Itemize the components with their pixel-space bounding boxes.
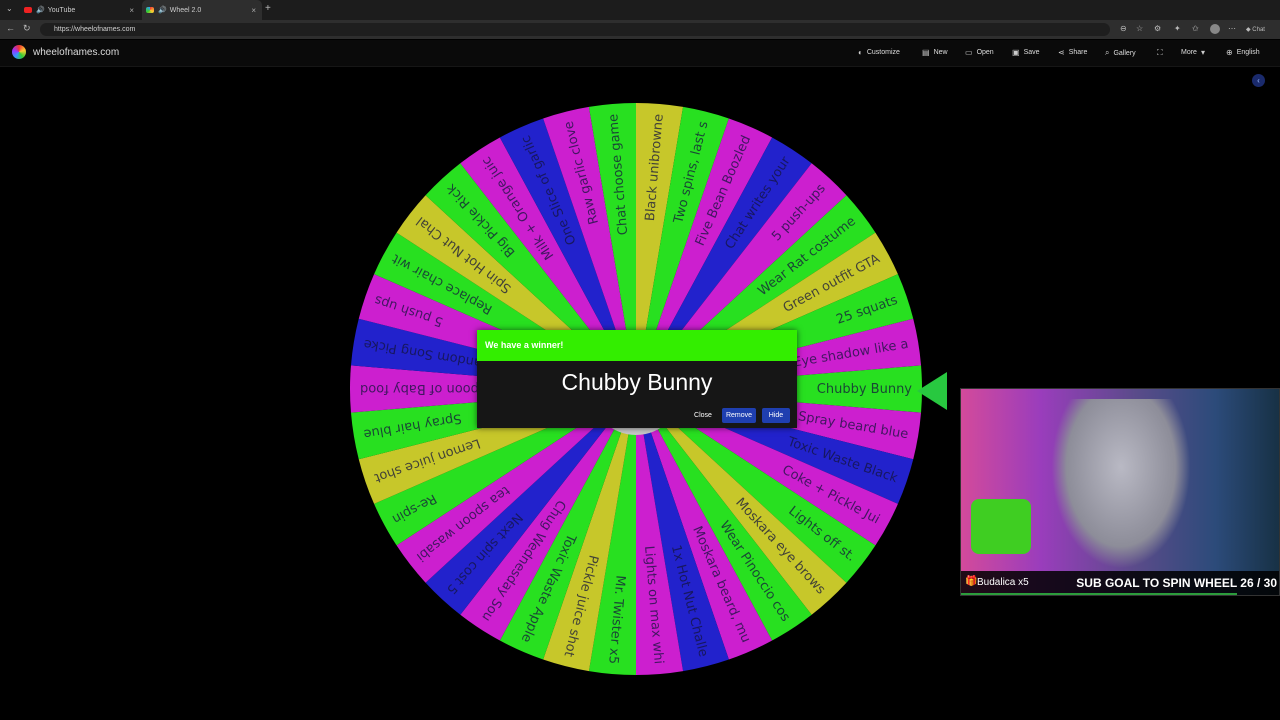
share-icon: ⋖ bbox=[1058, 48, 1065, 57]
wheel-logo-icon[interactable] bbox=[12, 45, 26, 59]
remove-button[interactable]: Remove bbox=[722, 408, 756, 423]
extension-icon[interactable]: ⚙ bbox=[1154, 24, 1161, 33]
webcam-overlay: 🎁 Budalica x5 SUB GOAL TO SPIN WHEEL 26 … bbox=[960, 388, 1280, 596]
folder-icon: ▭ bbox=[965, 48, 973, 57]
winner-name: Chubby Bunny bbox=[561, 369, 713, 395]
menu-more[interactable]: More ▾ bbox=[1181, 48, 1205, 57]
close-tab-icon[interactable]: × bbox=[251, 6, 256, 15]
site-header: wheelofnames.com ◐ Customize ▤ New ▭ Open ▣… bbox=[0, 40, 1280, 67]
menu-label: New bbox=[933, 49, 948, 56]
back-icon[interactable]: ← bbox=[6, 23, 15, 33]
streamer-figure bbox=[1051, 399, 1191, 569]
sub-goal-text: SUB GOAL TO SPIN WHEEL 26 / 30 bbox=[1076, 576, 1277, 590]
save-icon: ▣ bbox=[1012, 48, 1020, 57]
chat-button[interactable]: ◆ Chat bbox=[1246, 26, 1265, 33]
menu-customize[interactable]: ◐ Customize bbox=[858, 48, 900, 57]
menu-gallery[interactable]: ⌕ Gallery bbox=[1105, 48, 1136, 58]
menu-label: Open bbox=[976, 49, 994, 56]
tab-youtube[interactable]: 🔊 YouTube × bbox=[20, 0, 140, 20]
tab-wheel[interactable]: 🔊 Wheel 2.0 × bbox=[142, 0, 262, 20]
collapse-sidebar-button[interactable]: ‹ bbox=[1252, 74, 1265, 87]
winner-dialog: We have a winner! Chubby Bunny Close Rem… bbox=[477, 330, 797, 428]
avatar[interactable] bbox=[1210, 24, 1220, 34]
puzzle-icon[interactable]: ✦ bbox=[1174, 24, 1181, 33]
tab-label: Wheel 2.0 bbox=[169, 6, 202, 14]
reload-icon[interactable]: ↻ bbox=[23, 23, 31, 34]
dialog-header: We have a winner! bbox=[477, 330, 797, 361]
speaker-icon: 🔊 bbox=[36, 7, 45, 14]
chevron-down-icon: ▾ bbox=[1200, 48, 1205, 57]
hide-button[interactable]: Hide bbox=[762, 408, 790, 423]
menu-open[interactable]: ▭ Open bbox=[965, 48, 994, 57]
url-text: https://wheelofnames.com bbox=[54, 26, 136, 33]
gift-icon: 🎁 bbox=[965, 576, 978, 587]
wheel-entry-label: Spoon of Baby food bbox=[360, 381, 487, 396]
wheel-pointer-icon bbox=[917, 372, 947, 410]
menu-language[interactable]: ⊕ English bbox=[1226, 48, 1260, 57]
globe-icon: ⊕ bbox=[1226, 48, 1233, 57]
gifter-name: Budalica x5 bbox=[977, 577, 1029, 588]
menu-fullscreen[interactable]: ⛶ bbox=[1157, 48, 1163, 58]
star-icon[interactable]: ☆ bbox=[1136, 24, 1143, 33]
favorites-icon[interactable]: ✩ bbox=[1192, 24, 1199, 33]
menu-new[interactable]: ▤ New bbox=[922, 48, 948, 57]
close-tab-icon[interactable]: × bbox=[129, 6, 134, 15]
address-bar-row: ← ↻ https://wheelofnames.com ⊖ ☆ ⚙ ✦ ✩ ⋯… bbox=[0, 20, 1280, 39]
new-tab-button[interactable]: + bbox=[265, 3, 271, 14]
menu-label: English bbox=[1236, 49, 1260, 56]
site-title[interactable]: wheelofnames.com bbox=[33, 47, 119, 58]
url-field[interactable]: https://wheelofnames.com bbox=[40, 23, 1110, 36]
tab-label: YouTube bbox=[47, 6, 76, 14]
webcam-caption-bar: 🎁 Budalica x5 SUB GOAL TO SPIN WHEEL 26 … bbox=[961, 571, 1279, 595]
chat-label: Chat bbox=[1252, 27, 1265, 33]
close-button[interactable]: Close bbox=[687, 408, 719, 423]
browser-tab-bar: ⌄ 🔊 YouTube × 🔊 Wheel 2.0 × + bbox=[0, 0, 1280, 20]
palette-icon: ◐ bbox=[858, 48, 863, 57]
search-icon: ⌕ bbox=[1105, 48, 1110, 57]
menu-label: Gallery bbox=[1113, 49, 1136, 57]
menu-save[interactable]: ▣ Save bbox=[1012, 48, 1040, 57]
menu-label: Customize bbox=[866, 49, 900, 56]
chevron-left-icon: ‹ bbox=[1257, 76, 1260, 85]
menu-label: Share bbox=[1068, 49, 1088, 56]
youtube-icon bbox=[24, 7, 32, 13]
lens-icon[interactable]: ⊖ bbox=[1120, 24, 1127, 33]
sub-goal-progress-bar bbox=[961, 593, 1237, 595]
green-plush bbox=[971, 499, 1031, 554]
wheel-favicon bbox=[146, 7, 154, 13]
fullscreen-icon: ⛶ bbox=[1157, 48, 1163, 57]
tab-list-icon[interactable]: ⌄ bbox=[6, 4, 13, 13]
menu-label: More bbox=[1181, 49, 1197, 56]
menu-label: Save bbox=[1023, 49, 1040, 56]
wheel-entry-label: Chubby Bunny bbox=[817, 382, 913, 397]
file-icon: ▤ bbox=[922, 48, 930, 57]
menu-share[interactable]: ⋖ Share bbox=[1058, 48, 1087, 57]
menu-dots-icon[interactable]: ⋯ bbox=[1228, 24, 1236, 33]
speaker-icon: 🔊 bbox=[158, 7, 167, 14]
